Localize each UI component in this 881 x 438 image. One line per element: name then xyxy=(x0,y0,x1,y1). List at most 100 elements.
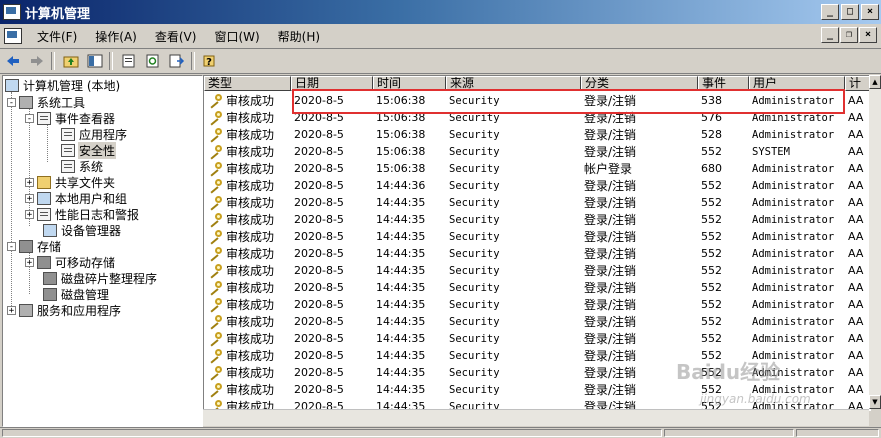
cell-time: 14:44:35 xyxy=(376,366,426,379)
cell-date: 2020-8-5 xyxy=(294,179,344,192)
tree-perf-logs[interactable]: + 性能日志和警报 xyxy=(25,206,140,222)
tree-guide xyxy=(11,92,12,310)
expand-toggle[interactable]: + xyxy=(25,209,34,219)
table-row[interactable]: 审核成功 2020-8-5 14:44:35 Security 登录/注销 552 Admi… xyxy=(204,228,870,245)
show-tree-icon[interactable] xyxy=(84,51,106,71)
storage-icon xyxy=(19,239,33,253)
cell-time: 14:44:35 xyxy=(376,281,426,294)
menu-view[interactable]: 查看(V) xyxy=(146,28,206,45)
cell-category: 登录/注销 xyxy=(584,332,637,346)
tree-services-apps[interactable]: + 服务和应用程序 xyxy=(7,302,122,318)
cell-time: 14:44:35 xyxy=(376,315,426,328)
toolbar-separator xyxy=(51,52,55,70)
table-row[interactable]: 审核成功 2020-8-5 14:44:35 Security 登录/注销 552 Admi… xyxy=(204,194,870,211)
event-type-label: 审核成功 xyxy=(226,128,275,142)
mdi-close-button[interactable]: × xyxy=(859,27,877,43)
cell-date: 2020-8-5 xyxy=(294,281,344,294)
close-button[interactable]: × xyxy=(861,4,879,20)
cell-category: 登录/注销 xyxy=(584,179,637,193)
table-row[interactable]: 审核成功 2020-8-5 14:44:35 Security 登录/注销 552 Admi… xyxy=(204,211,870,228)
cell-source: Security xyxy=(449,298,500,311)
help-icon[interactable]: ? xyxy=(200,51,222,71)
up-folder-icon[interactable] xyxy=(60,51,82,71)
scroll-down-icon[interactable]: ▼ xyxy=(869,395,881,409)
table-row[interactable]: 审核成功 2020-8-5 14:44:35 Security 登录/注销 552 Admi… xyxy=(204,330,870,347)
shared-folder-icon xyxy=(37,175,51,189)
table-row[interactable]: 审核成功 2020-8-5 14:44:35 Security 登录/注销 552 Admi… xyxy=(204,279,870,296)
export-icon[interactable] xyxy=(166,51,188,71)
mdi-minimize-button[interactable]: _ xyxy=(821,27,839,43)
scroll-up-icon[interactable]: ▲ xyxy=(869,75,881,89)
cell-source: Security xyxy=(449,281,500,294)
audit-success-key-icon xyxy=(208,332,223,347)
cell-time: 15:06:38 xyxy=(376,128,426,141)
tree-system-log[interactable]: 系统 xyxy=(61,158,104,174)
cell-user: Administrator xyxy=(752,247,835,260)
mdi-document-icon[interactable] xyxy=(4,28,22,44)
audit-success-key-icon xyxy=(208,349,223,364)
table-row[interactable]: 审核成功 2020-8-5 14:44:35 Security 登录/注销 552 Admi… xyxy=(204,262,870,279)
tree-defrag[interactable]: 磁盘碎片整理程序 xyxy=(43,270,158,286)
expand-toggle[interactable]: + xyxy=(25,193,34,203)
cell-type: 审核成功 xyxy=(204,228,291,245)
cell-source: Security xyxy=(449,179,500,192)
properties-icon[interactable] xyxy=(118,51,140,71)
event-type-label: 审核成功 xyxy=(226,94,275,108)
audit-success-key-icon xyxy=(208,264,223,279)
table-row[interactable]: 审核成功 2020-8-5 15:06:38 Security 登录/注销 528 Admi… xyxy=(204,126,870,143)
tree-storage[interactable]: - 存储 xyxy=(7,238,62,254)
cell-source: Security xyxy=(449,162,500,175)
console-tree[interactable]: 计算机管理 (本地) - 系统工具 - 事件查看器 应用程序 安全性 系统 + … xyxy=(2,75,203,427)
tree-device-manager[interactable]: 设备管理器 xyxy=(43,222,122,238)
event-type-label: 审核成功 xyxy=(226,332,275,346)
event-type-label: 审核成功 xyxy=(226,145,275,159)
cell-user: Administrator xyxy=(752,332,835,345)
collapse-toggle[interactable]: - xyxy=(7,241,16,251)
tree-removable-storage[interactable]: + 可移动存储 xyxy=(25,254,116,270)
table-row[interactable]: 审核成功 2020-8-5 14:44:35 Security 登录/注销 552 Admi… xyxy=(204,296,870,313)
maximize-button[interactable]: □ xyxy=(841,4,859,20)
tree-system-tools[interactable]: - 系统工具 xyxy=(7,94,86,110)
tree-application-log[interactable]: 应用程序 xyxy=(61,126,128,142)
expand-toggle[interactable]: + xyxy=(7,305,16,315)
tree-root[interactable]: 计算机管理 (本地) xyxy=(5,77,121,93)
tree-shared-folders[interactable]: + 共享文件夹 xyxy=(25,174,116,190)
computer-management-icon xyxy=(3,4,21,20)
collapse-toggle[interactable]: - xyxy=(25,113,34,123)
mdi-restore-button[interactable]: ❐ xyxy=(840,27,858,43)
table-row[interactable]: 审核成功 2020-8-5 14:44:35 Security 登录/注销 552 Admi… xyxy=(204,245,870,262)
cell-date: 2020-8-5 xyxy=(294,332,344,345)
window-title: 计算机管理 xyxy=(25,6,91,22)
horizontal-scrollbar[interactable] xyxy=(203,409,869,426)
tree-local-users[interactable]: + 本地用户和组 xyxy=(25,190,128,206)
minimize-button[interactable]: _ xyxy=(821,4,839,20)
expand-toggle[interactable]: + xyxy=(25,177,34,187)
column-header-type[interactable]: 类型 xyxy=(204,76,291,91)
table-row[interactable]: 审核成功 2020-8-5 15:06:38 Security 帐户登录 680 Admin… xyxy=(204,160,870,177)
table-row[interactable]: 审核成功 2020-8-5 14:44:36 Security 登录/注销 552 Admi… xyxy=(204,177,870,194)
forward-arrow-icon[interactable] xyxy=(26,51,48,71)
cell-time: 14:44:35 xyxy=(376,230,426,243)
refresh-icon[interactable] xyxy=(142,51,164,71)
tree-disk-management[interactable]: 磁盘管理 xyxy=(43,286,110,302)
audit-success-key-icon xyxy=(208,383,223,398)
menu-action[interactable]: 操作(A) xyxy=(86,28,146,45)
tree-event-viewer[interactable]: - 事件查看器 xyxy=(25,110,116,126)
table-row[interactable]: 审核成功 2020-8-5 15:06:38 Security 登录/注销 552 SYST… xyxy=(204,143,870,160)
cell-category: 登录/注销 xyxy=(584,128,637,142)
menu-help[interactable]: 帮助(H) xyxy=(269,28,329,45)
tree-security-log[interactable]: 安全性 xyxy=(61,141,117,159)
expand-toggle[interactable]: + xyxy=(25,257,34,267)
collapse-toggle[interactable]: - xyxy=(7,97,16,107)
column-header-computer[interactable]: 计 xyxy=(845,76,870,91)
vertical-scrollbar[interactable]: ▲ ▼ xyxy=(869,75,881,409)
menu-file[interactable]: 文件(F) xyxy=(28,28,86,45)
cell-event: 552 xyxy=(701,196,722,209)
menu-window[interactable]: 窗口(W) xyxy=(205,28,268,45)
users-icon xyxy=(37,191,51,205)
back-arrow-icon[interactable] xyxy=(2,51,24,71)
cell-type: 审核成功 xyxy=(204,109,291,126)
removable-storage-icon xyxy=(37,255,51,269)
table-row[interactable]: 审核成功 2020-8-5 14:44:35 Security 登录/注销 552 Admi… xyxy=(204,313,870,330)
cell-type: 审核成功 xyxy=(204,177,291,194)
